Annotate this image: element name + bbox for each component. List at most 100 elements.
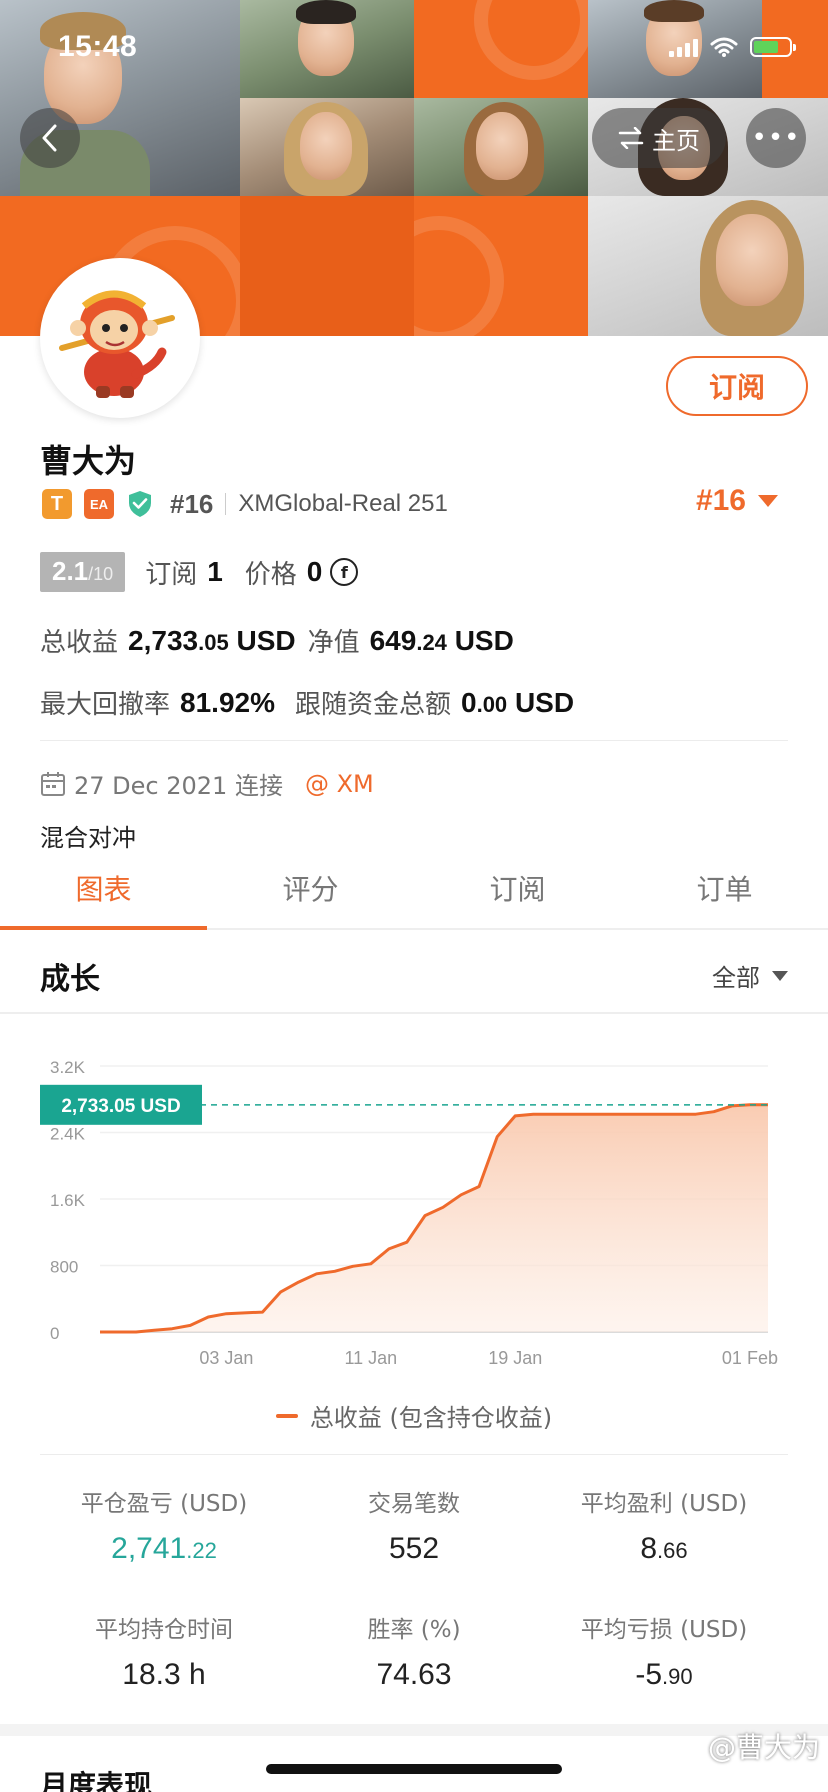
monthly-performance-title: 月度表现 bbox=[40, 1769, 153, 1792]
chart-legend: 总收益 (包含持仓收益) bbox=[0, 1398, 828, 1433]
more-button[interactable]: ••• bbox=[746, 108, 806, 168]
growth-chart: 0 800 1.6K 2.4K 3.2K 03 Jan 11 Jan 19 Jan 01 Feb… bbox=[40, 1058, 778, 1368]
stat-closed-pnl: 平仓盈亏 (USD) 2,741.22 bbox=[26, 1484, 302, 1566]
stat-value: 74.63 bbox=[376, 1658, 452, 1691]
legend-label: 总收益 (包含持仓收益) bbox=[309, 1404, 553, 1432]
stat-label: 胜率 (%) bbox=[367, 1617, 461, 1643]
trader-name: 曹大为 bbox=[40, 442, 137, 480]
growth-section-header: 成长 全部 bbox=[0, 930, 828, 1014]
stat-label: 平均亏损 (USD) bbox=[580, 1617, 748, 1643]
stat-label: 交易笔数 bbox=[368, 1491, 460, 1517]
manual-trading-badge: T bbox=[42, 489, 72, 519]
broker-link[interactable]: @ XM bbox=[305, 770, 374, 798]
y-tick-label: 3.2K bbox=[50, 1058, 86, 1077]
rank-dropdown[interactable]: #16 bbox=[696, 484, 778, 518]
section-title: 成长 bbox=[40, 962, 100, 997]
swap-icon bbox=[618, 127, 644, 149]
x-tick-label: 19 Jan bbox=[488, 1348, 542, 1368]
tab-orders[interactable]: 订单 bbox=[621, 856, 828, 928]
total-profit-value: 2,733.05 USD bbox=[128, 624, 296, 656]
connected-date: 27 Dec 2021 连接 bbox=[74, 772, 283, 800]
wifi-icon bbox=[710, 37, 738, 57]
banner-photo bbox=[414, 98, 588, 196]
x-tick-label: 03 Jan bbox=[199, 1348, 253, 1368]
monkey-king-avatar-icon bbox=[44, 262, 196, 414]
banner-photo bbox=[588, 196, 828, 336]
y-tick-label: 2.4K bbox=[50, 1125, 86, 1144]
range-value: 全部 bbox=[712, 964, 760, 992]
stat-trade-count: 交易笔数 552 bbox=[276, 1484, 552, 1566]
signal-icon bbox=[669, 37, 698, 57]
calendar-icon bbox=[41, 771, 65, 796]
current-value-label: 2,733.05 USD bbox=[61, 1096, 180, 1117]
legend-swatch bbox=[275, 1413, 298, 1418]
stat-average-loss: 平均亏损 (USD) -5.90 bbox=[526, 1610, 802, 1692]
stat-label: 平均盈利 (USD) bbox=[580, 1491, 748, 1517]
tag-separator bbox=[225, 493, 227, 515]
price-label: 价格 bbox=[244, 559, 297, 590]
subscribers-label: 订阅 bbox=[145, 559, 198, 590]
y-tick-label: 1.6K bbox=[50, 1191, 86, 1210]
stat-label: 平仓盈亏 (USD) bbox=[80, 1491, 248, 1517]
verified-shield-icon bbox=[126, 489, 154, 519]
tab-rating[interactable]: 评分 bbox=[207, 856, 414, 928]
range-dropdown[interactable]: 全部 bbox=[712, 958, 788, 993]
x-tick-label: 01 Feb bbox=[722, 1348, 778, 1368]
profit-row: 总收益 2,733.05 USD 净值 649.24 USD bbox=[40, 622, 514, 659]
tab-subscription[interactable]: 订阅 bbox=[414, 856, 621, 928]
more-icon: ••• bbox=[751, 123, 801, 153]
stat-value: 18.3 h bbox=[122, 1658, 206, 1691]
max-drawdown-label: 最大回撤率 bbox=[40, 690, 171, 720]
banner-photo bbox=[240, 0, 414, 98]
total-profit-label: 总收益 bbox=[40, 628, 119, 658]
stat-average-profit: 平均盈利 (USD) 8.66 bbox=[526, 1484, 802, 1566]
drawdown-row: 最大回撤率 81.92% 跟随资金总额 0.00 USD bbox=[40, 684, 574, 721]
banner-tile bbox=[414, 0, 588, 98]
score-denominator: /10 bbox=[88, 564, 114, 584]
follow-funds-value: 0.00 USD bbox=[461, 686, 575, 718]
chevron-down-icon bbox=[758, 495, 778, 507]
ea-badge: EA bbox=[84, 489, 114, 519]
banner-photo bbox=[240, 98, 414, 196]
chevron-left-icon bbox=[42, 124, 57, 152]
subscribe-button[interactable]: 订阅 bbox=[666, 356, 808, 416]
home-button[interactable]: 主页 bbox=[592, 108, 726, 168]
back-button[interactable] bbox=[20, 108, 80, 168]
battery-icon bbox=[750, 37, 796, 57]
y-tick-label: 0 bbox=[50, 1324, 59, 1343]
stat-label: 平均持仓时间 bbox=[95, 1617, 233, 1643]
trader-tags: T EA #16 XMGlobal-Real 251 bbox=[42, 488, 448, 520]
banner-tile bbox=[414, 196, 588, 336]
score-value: 2.1 bbox=[52, 556, 89, 586]
home-indicator bbox=[266, 1764, 562, 1774]
rank-value: #16 bbox=[695, 484, 746, 517]
stat-average-holding-time: 平均持仓时间 18.3 h bbox=[26, 1610, 302, 1692]
divider bbox=[40, 1454, 788, 1455]
status-icons bbox=[669, 36, 796, 58]
author-watermark: @曹大为 bbox=[707, 1731, 820, 1764]
strategy-label: 混合对冲 bbox=[40, 824, 136, 852]
score-badge: 2.1/10 bbox=[40, 552, 126, 592]
tab-bar: 图表 评分 订阅 订单 bbox=[0, 856, 828, 930]
score-row: 2.1/10 订阅 1 价格 0 f bbox=[40, 552, 359, 592]
account-name: XMGlobal-Real 251 bbox=[238, 490, 448, 517]
banner-tile bbox=[240, 196, 414, 336]
section-separator bbox=[0, 1724, 828, 1736]
divider bbox=[40, 740, 788, 741]
connect-row: 27 Dec 2021 连接 @ XM bbox=[40, 766, 374, 801]
stat-value: 2,741.22 bbox=[111, 1532, 217, 1565]
coin-icon: f bbox=[330, 558, 359, 586]
subscribers-count: 1 bbox=[207, 556, 223, 587]
rank-small: #16 bbox=[170, 488, 214, 519]
price-value: 0 bbox=[306, 556, 323, 587]
chevron-down-icon bbox=[772, 970, 788, 981]
stat-value: 8.66 bbox=[640, 1532, 688, 1565]
equity-value: 649.24 USD bbox=[369, 624, 514, 656]
max-drawdown-value: 81.92% bbox=[180, 686, 275, 718]
home-button-label: 主页 bbox=[652, 126, 700, 155]
y-tick-label: 800 bbox=[50, 1258, 78, 1277]
tab-chart[interactable]: 图表 bbox=[0, 856, 207, 930]
status-time: 15:48 bbox=[58, 30, 138, 63]
stat-win-rate: 胜率 (%) 74.63 bbox=[276, 1610, 552, 1692]
equity-label: 净值 bbox=[307, 628, 360, 658]
